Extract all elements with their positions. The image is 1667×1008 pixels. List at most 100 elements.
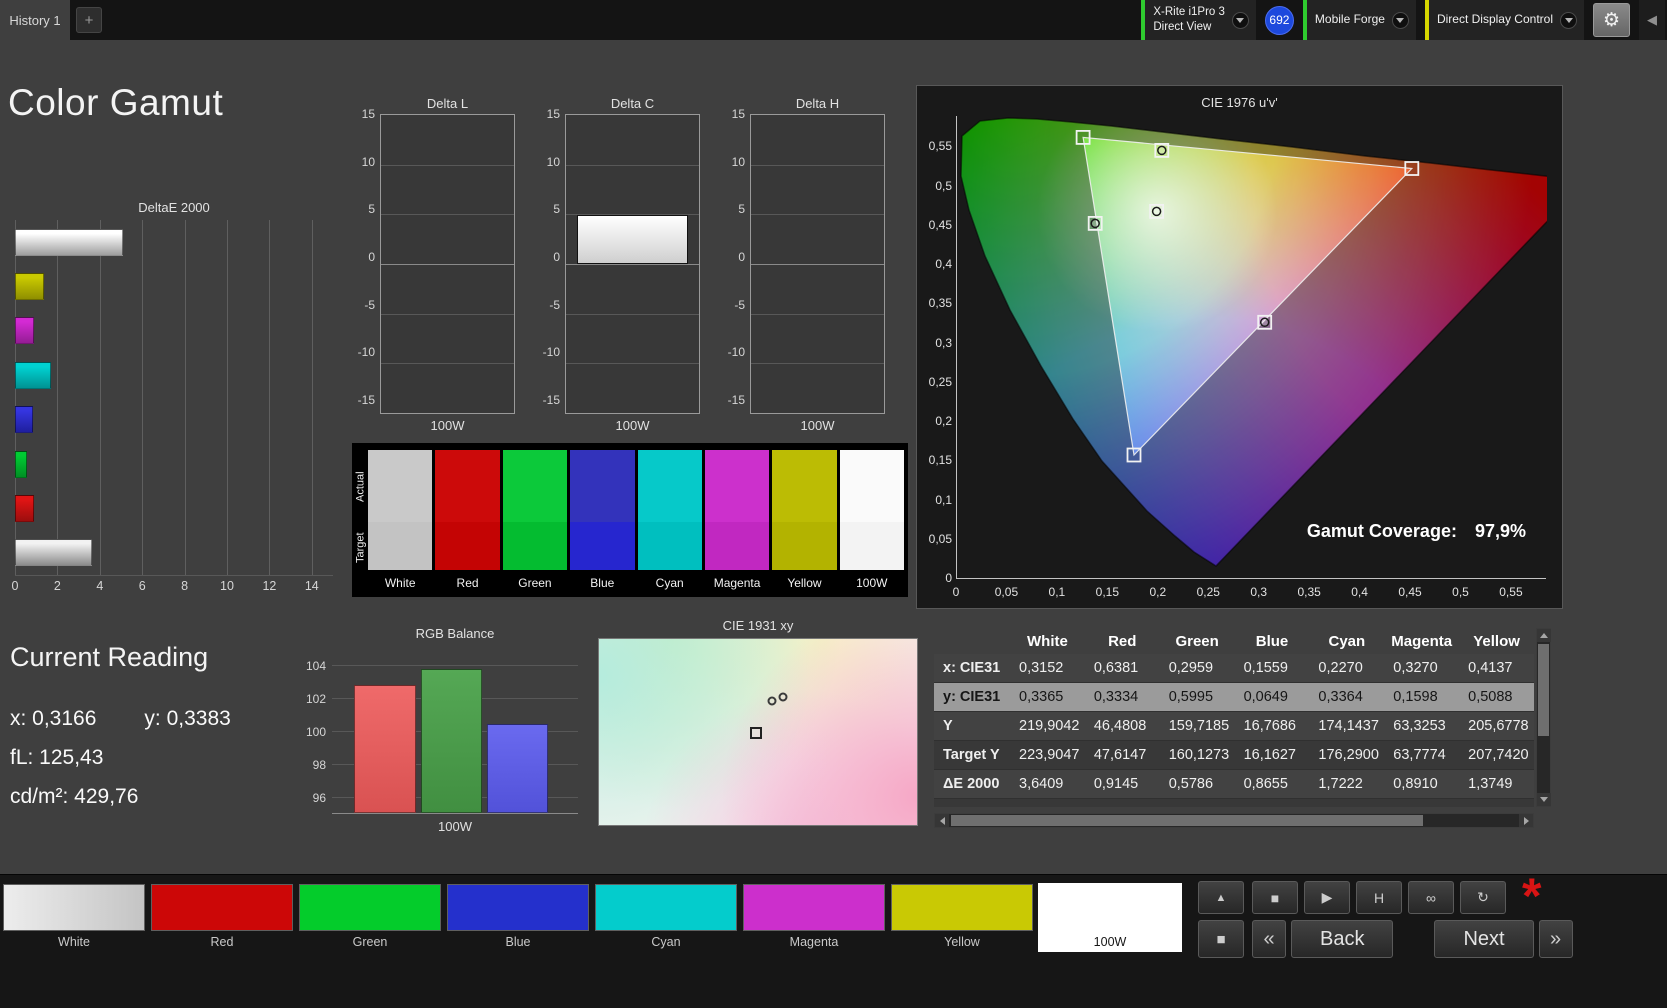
delta-x-axis-label: 100W xyxy=(800,418,835,433)
delta-plot xyxy=(750,114,885,414)
delta-plot xyxy=(565,114,700,414)
patch-button-green[interactable]: Green xyxy=(298,883,442,952)
scroll-right-button[interactable] xyxy=(1519,814,1533,827)
table-cell: 176,2900 xyxy=(1318,747,1379,763)
delta-chart-delta-h: Delta H 15 10 5 0 -5 -10 -15 100W xyxy=(718,96,885,433)
rgb-bar-green xyxy=(420,668,483,813)
delta-y-tick-label: -15 xyxy=(542,392,560,407)
table-header-white: White xyxy=(1027,632,1068,650)
compare-column-magenta: Magenta xyxy=(704,450,770,593)
delta-y-tick-label: 0 xyxy=(738,249,745,264)
play-button[interactable]: ▶ xyxy=(1304,881,1350,914)
source-dropdown[interactable]: Mobile Forge xyxy=(1302,0,1416,40)
cie1931-marker-circle-1 xyxy=(778,692,788,702)
stop-measurement-button[interactable]: ■ xyxy=(1198,920,1244,958)
results-table-body: x: CIE31 0,3152 0,6381 0,2959 0,1559 0,2270 0,… xyxy=(934,654,1534,807)
reading-fl: fL: 125,43 xyxy=(10,746,104,769)
tab-history-1[interactable]: History 1 xyxy=(0,0,70,40)
patch-button-red[interactable]: Red xyxy=(150,883,294,952)
delta-plot xyxy=(380,114,515,414)
cie-y-tick-label: 0,35 xyxy=(928,296,952,311)
deltae-x-tick-label: 0 xyxy=(11,579,19,593)
deltae-x-tick-label: 10 xyxy=(220,579,234,593)
table-cell: 46,4808 xyxy=(1093,718,1147,734)
deltae-bar-row-blue xyxy=(15,398,333,442)
table-cell: 2,1836 xyxy=(1160,805,1235,807)
patch-button-yellow[interactable]: Yellow xyxy=(890,883,1034,952)
settings-gear-button[interactable]: ⚙ xyxy=(1593,3,1630,37)
patch-label: Red xyxy=(210,935,234,949)
compare-column-blue: Blue xyxy=(570,450,635,593)
deltae-bar-row-white xyxy=(15,531,333,575)
delta-chart-delta-c: Delta C 15 10 5 0 -5 -10 -15 100W xyxy=(533,96,700,433)
patch-button-magenta[interactable]: Magenta xyxy=(742,883,886,952)
delta-y-axis: 15 10 5 0 -5 -10 -15 xyxy=(348,107,380,407)
table-row-target-y: Target Y 223,9047 47,6147 160,1273 16,1627 17… xyxy=(934,741,1534,770)
cie-y-tick-label: 0,55 xyxy=(928,139,952,154)
add-tab-button[interactable]: + xyxy=(76,7,102,33)
patch-button-white[interactable]: White xyxy=(2,883,146,952)
pattern-h-button[interactable]: H xyxy=(1356,881,1402,914)
delta-y-tick-label: 10 xyxy=(546,154,560,169)
cie-1931-panel: CIE 1931 xy xyxy=(598,618,918,826)
table-v-scrollbar[interactable] xyxy=(1536,628,1551,807)
v-scroll-thumb[interactable] xyxy=(1538,644,1549,736)
table-row-x-cie31: x: CIE31 0,3152 0,6381 0,2959 0,1559 0,2270 0,… xyxy=(934,654,1534,683)
delta-gridline xyxy=(381,214,514,216)
delta-y-tick-label: -5 xyxy=(549,297,560,312)
compare-column-label: Green xyxy=(518,576,552,590)
compare-column-label: Blue xyxy=(590,576,615,590)
compare-column-label: White xyxy=(384,576,416,590)
next-button[interactable]: Next xyxy=(1434,920,1534,958)
table-cell: 223,9047 xyxy=(1019,747,1080,763)
rgb-y-tick-label: 96 xyxy=(312,790,326,805)
cie-x-tick-label: 0,55 xyxy=(1499,585,1523,599)
table-cell: 16,7686 xyxy=(1243,718,1296,734)
meter-dropdown[interactable]: X-Rite i1Pro 3 Direct View xyxy=(1141,0,1256,40)
patch-swatch xyxy=(743,884,885,931)
scroll-up-button[interactable] xyxy=(1536,629,1551,642)
right-arrow-icon xyxy=(1523,816,1529,825)
patch-button-blue[interactable]: Blue xyxy=(446,883,590,952)
pattern-up-button[interactable]: ▲ xyxy=(1198,881,1244,914)
table-cell: 0,9145 xyxy=(1093,776,1139,792)
transport-buttons: ■ ▶ H ∞ ↻ xyxy=(1252,881,1506,914)
patch-button-cyan[interactable]: Cyan xyxy=(594,883,738,952)
display-control-dropdown[interactable]: Direct Display Control xyxy=(1424,0,1584,40)
delta-y-tick-label: 0 xyxy=(553,249,560,264)
compare-column-yellow: Yellow xyxy=(772,450,837,593)
target-swatch xyxy=(502,522,568,570)
actual-swatch xyxy=(368,450,433,522)
table-cell: 1,3749 xyxy=(1468,776,1513,792)
compare-row-labels: Actual Target xyxy=(353,450,368,593)
stop-button[interactable]: ■ xyxy=(1252,881,1298,914)
table-h-scrollbar[interactable] xyxy=(934,813,1534,828)
cie-y-tick-label: 0,25 xyxy=(928,374,952,389)
collapse-panel-button[interactable]: ◀ xyxy=(1639,0,1665,40)
table-cell: 0,1598 xyxy=(1393,689,1438,705)
repeat-button[interactable]: ↻ xyxy=(1460,881,1506,914)
target-swatch xyxy=(368,522,433,570)
cie-1976-plot: Gamut Coverage: 97,9% xyxy=(956,116,1547,579)
patch-label: Green xyxy=(352,935,388,949)
current-reading: Current Reading x: 0,3166 y: 0,3383 fL: … xyxy=(10,642,231,809)
patch-button-100w[interactable]: 100W xyxy=(1038,883,1182,952)
results-table: White Red Green Blue Cyan Magenta Yellow x: CI… xyxy=(934,628,1534,807)
down-arrow-icon xyxy=(1539,797,1548,802)
scroll-left-button[interactable] xyxy=(935,814,949,827)
table-cell: 207,7420 xyxy=(1468,747,1529,763)
back-button[interactable]: Back xyxy=(1291,920,1394,958)
cie-x-tick-label: 0,4 xyxy=(1351,585,1368,599)
h-scroll-thumb[interactable] xyxy=(951,815,1423,826)
continuous-button[interactable]: ∞ xyxy=(1408,881,1454,914)
scroll-down-button[interactable] xyxy=(1536,793,1551,806)
cie-x-tick-label: 0 xyxy=(952,585,960,599)
deltae-bar xyxy=(15,273,45,301)
last-page-button[interactable]: » xyxy=(1538,920,1573,958)
page-title: Color Gamut xyxy=(8,82,224,123)
rgb-plot xyxy=(332,649,578,814)
rgb-y-tick-label: 98 xyxy=(312,757,326,772)
first-page-button[interactable]: « xyxy=(1252,920,1286,958)
delta-y-tick-label: -10 xyxy=(727,345,745,360)
table-cell: 13,9220 xyxy=(1235,805,1310,807)
